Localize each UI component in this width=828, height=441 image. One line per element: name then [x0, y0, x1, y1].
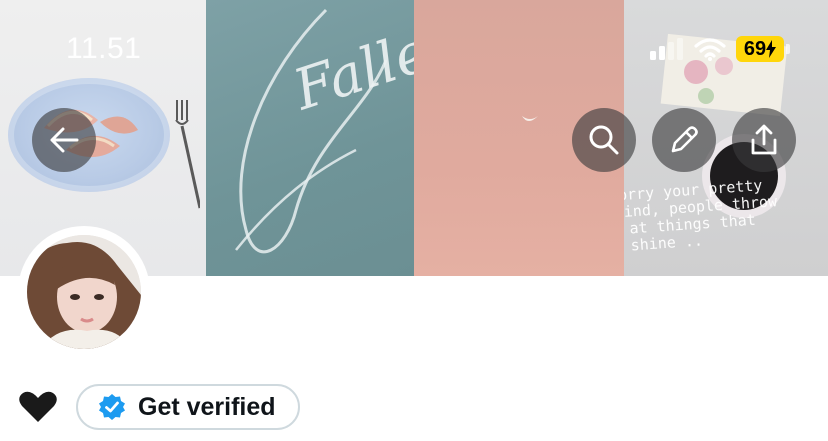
arrow-left-icon — [50, 127, 79, 153]
script-text: Fallen — [285, 8, 414, 124]
search-button[interactable] — [572, 108, 636, 172]
wifi-icon — [694, 38, 726, 61]
avatar-image — [27, 235, 141, 349]
script-lettering: Fallen — [235, 8, 414, 254]
heart-icon — [19, 391, 57, 422]
share-button[interactable] — [732, 108, 796, 172]
verified-badge-icon — [99, 394, 125, 420]
get-verified-button[interactable]: Get verified — [76, 384, 300, 430]
cellular-signal-icon — [650, 38, 683, 60]
battery-indicator: 69 — [736, 36, 790, 62]
battery-percent: 69 — [743, 37, 767, 60]
avatar-photo — [27, 235, 141, 349]
charging-bolt-icon — [766, 40, 777, 58]
banner-panel-script: Fallen — [206, 0, 414, 276]
status-time: 11.51 — [66, 32, 142, 65]
moon-icon — [522, 116, 538, 121]
status-indicators: 69 — [650, 36, 790, 62]
edit-button[interactable] — [652, 108, 716, 172]
share-icon — [751, 124, 777, 155]
pencil-icon — [671, 126, 698, 153]
profile-avatar[interactable] — [18, 226, 150, 358]
get-verified-label: Get verified — [138, 392, 276, 421]
fork-image — [175, 100, 200, 209]
search-icon — [589, 125, 619, 155]
battery-cap — [786, 44, 790, 54]
back-button[interactable] — [32, 108, 96, 172]
